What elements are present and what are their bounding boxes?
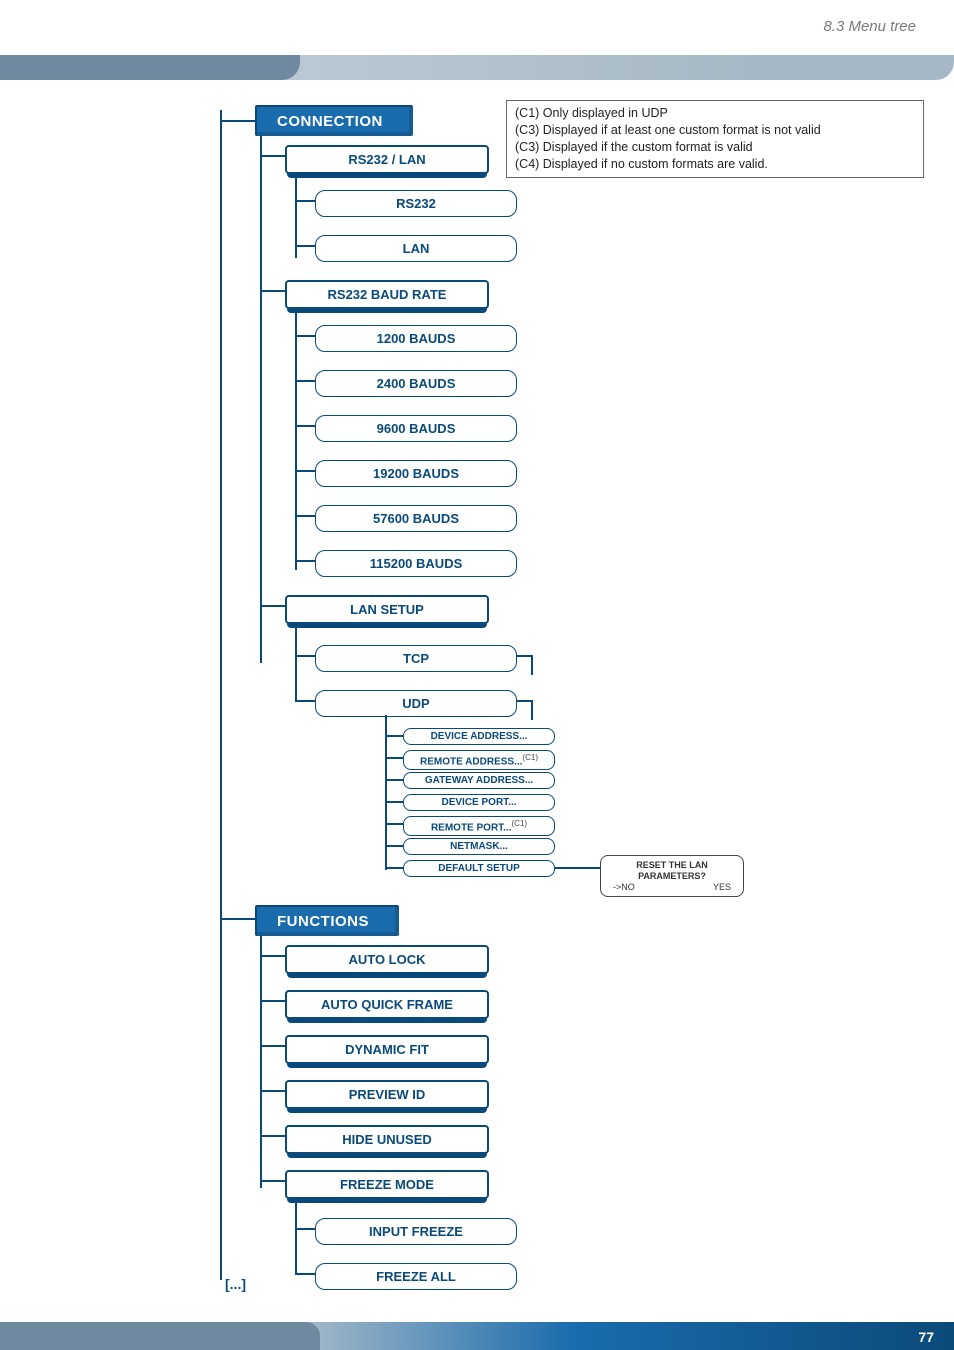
tree-spine: [220, 110, 222, 1280]
connector: [295, 200, 315, 202]
connector: [260, 1090, 285, 1092]
page-number: 77: [918, 1329, 934, 1345]
reset-lan-no[interactable]: ->NO: [613, 882, 635, 893]
connector: [555, 867, 600, 869]
connector: [295, 335, 315, 337]
connector: [295, 700, 315, 702]
connector: [295, 628, 297, 700]
connector: [531, 700, 533, 720]
connector: [260, 135, 262, 663]
connector: [385, 845, 403, 847]
connector: [260, 290, 285, 292]
tcp-option[interactable]: TCP: [315, 645, 517, 672]
preview-id[interactable]: PREVIEW ID: [285, 1080, 489, 1109]
connector: [531, 655, 533, 675]
input-freeze[interactable]: INPUT FREEZE: [315, 1218, 517, 1245]
baud-19200[interactable]: 19200 BAUDS: [315, 460, 517, 487]
lan-setup-node[interactable]: LAN SETUP: [285, 595, 489, 624]
udp-option[interactable]: UDP: [315, 690, 517, 717]
connector: [385, 757, 403, 759]
auto-quick-frame[interactable]: AUTO QUICK FRAME: [285, 990, 489, 1019]
connector: [295, 245, 315, 247]
reset-lan-title: RESET THE LAN PARAMETERS?: [607, 860, 737, 882]
hide-unused[interactable]: HIDE UNUSED: [285, 1125, 489, 1154]
rs232-option[interactable]: RS232: [315, 190, 517, 217]
connector: [295, 515, 315, 517]
tree-continuation: [...]: [225, 1276, 246, 1292]
dynamic-fit[interactable]: DYNAMIC FIT: [285, 1035, 489, 1064]
footer-inner: [0, 1322, 320, 1350]
section-title: 8.3 Menu tree: [823, 18, 916, 35]
lan-option[interactable]: LAN: [315, 235, 517, 262]
legend-line-1: (C1) Only displayed in UDP: [515, 105, 915, 122]
device-address[interactable]: DEVICE ADDRESS...: [403, 728, 555, 745]
connector: [385, 801, 403, 803]
reset-lan-dialog[interactable]: RESET THE LAN PARAMETERS? ->NO YES: [600, 855, 744, 897]
freeze-mode-node[interactable]: FREEZE MODE: [285, 1170, 489, 1199]
connector: [260, 1135, 285, 1137]
legend-line-2: (C3) Displayed if at least one custom fo…: [515, 122, 915, 139]
remote-port[interactable]: REMOTE PORT...(C1): [403, 816, 555, 836]
rs232-lan-node[interactable]: RS232 / LAN: [285, 145, 489, 174]
connector: [295, 1228, 315, 1230]
connector: [260, 955, 285, 957]
connector: [295, 425, 315, 427]
connector: [385, 867, 403, 869]
connector: [260, 935, 262, 1188]
connector: [220, 120, 255, 122]
legend-box: (C1) Only displayed in UDP (C3) Displaye…: [506, 100, 924, 178]
functions-header[interactable]: FUNCTIONS: [255, 905, 399, 936]
device-port[interactable]: DEVICE PORT...: [403, 794, 555, 811]
connector: [385, 823, 403, 825]
connector: [295, 1273, 315, 1275]
baud-57600[interactable]: 57600 BAUDS: [315, 505, 517, 532]
default-setup[interactable]: DEFAULT SETUP: [403, 860, 555, 877]
baud-115200[interactable]: 115200 BAUDS: [315, 550, 517, 577]
remote-address[interactable]: REMOTE ADDRESS...(C1): [403, 750, 555, 770]
connector: [260, 1180, 285, 1182]
connector: [295, 470, 315, 472]
legend-line-4: (C4) Displayed if no custom formats are …: [515, 156, 915, 173]
baud-2400[interactable]: 2400 BAUDS: [315, 370, 517, 397]
baud-rate-node[interactable]: RS232 BAUD RATE: [285, 280, 489, 309]
connector: [295, 380, 315, 382]
connection-header[interactable]: CONNECTION: [255, 105, 413, 136]
baud-1200[interactable]: 1200 BAUDS: [315, 325, 517, 352]
connector: [220, 918, 255, 920]
connector: [295, 655, 315, 657]
connector: [295, 313, 297, 570]
connector: [260, 605, 285, 607]
legend-line-3: (C3) Displayed if the custom format is v…: [515, 139, 915, 156]
connector: [260, 1000, 285, 1002]
auto-lock[interactable]: AUTO LOCK: [285, 945, 489, 974]
header-inner: [0, 55, 300, 80]
connector: [385, 735, 403, 737]
connector: [295, 560, 315, 562]
connector: [295, 1203, 297, 1275]
reset-lan-yes[interactable]: YES: [713, 882, 731, 893]
connector: [260, 1045, 285, 1047]
connector: [260, 155, 285, 157]
netmask[interactable]: NETMASK...: [403, 838, 555, 855]
baud-9600[interactable]: 9600 BAUDS: [315, 415, 517, 442]
gateway-address[interactable]: GATEWAY ADDRESS...: [403, 772, 555, 789]
connector: [385, 779, 403, 781]
freeze-all[interactable]: FREEZE ALL: [315, 1263, 517, 1290]
